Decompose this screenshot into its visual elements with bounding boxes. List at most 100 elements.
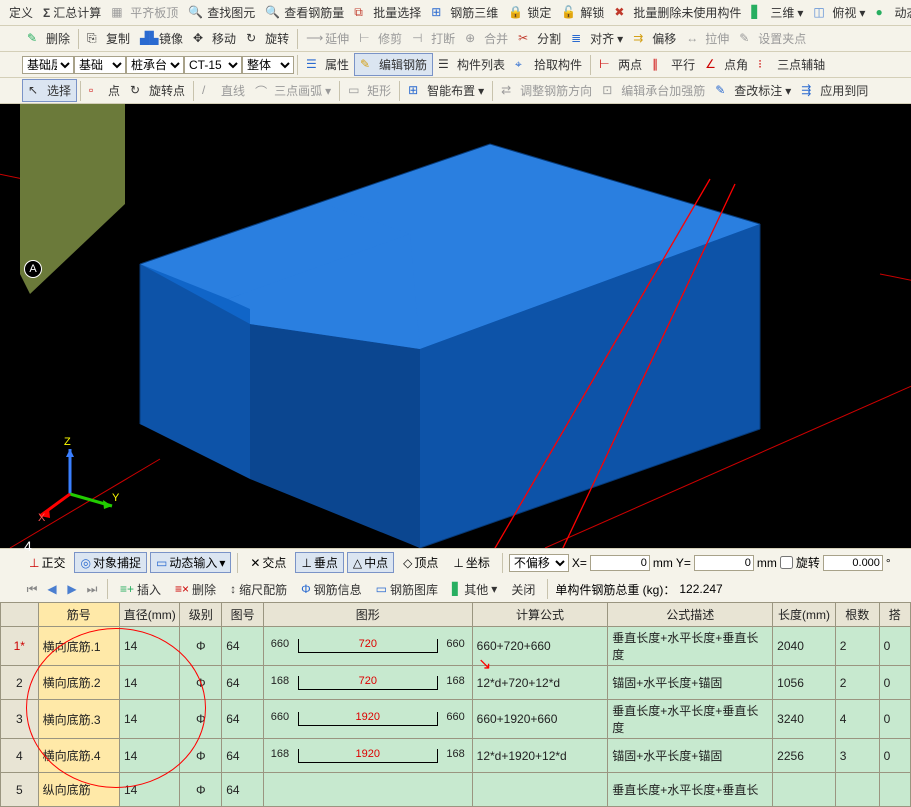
cell-formula[interactable]: 12*d+1920+12*d (472, 739, 608, 773)
next-icon[interactable]: ▶ (64, 581, 80, 597)
cell-tuhao[interactable]: 64 (222, 666, 264, 700)
cell-da[interactable]: 0 (879, 739, 910, 773)
cell-formula[interactable]: 12*d+720+12*d (472, 666, 608, 700)
cell-desc[interactable]: 垂直长度+水平长度+垂直长度 (608, 627, 773, 666)
th-da[interactable]: 搭 (879, 603, 910, 627)
cell-jinhao[interactable]: 纵向底筋 (38, 773, 119, 807)
other-button[interactable]: ▋其他 ▾ (447, 579, 502, 600)
cell-shape[interactable]: 6601920660 (263, 700, 472, 739)
th-level[interactable]: 级别 (180, 603, 222, 627)
cell-shape[interactable]: 660720660 (263, 627, 472, 666)
cell-count[interactable]: 3 (835, 739, 879, 773)
mid-snap[interactable]: △中点 (347, 552, 394, 573)
close-panel-button[interactable]: 关闭 (506, 579, 540, 600)
check-annotation-button[interactable]: ✎查改标注 ▾ (710, 80, 796, 101)
table-row[interactable]: 4横向底筋.414Φ64168192016812*d+1920+12*d锚固+水… (1, 739, 911, 773)
trim-button[interactable]: ⊢修剪 (354, 28, 407, 49)
component-combo[interactable]: CT-15 (184, 56, 242, 74)
stretch-button[interactable]: ↔拉伸 (681, 28, 734, 49)
first-icon[interactable]: ⏮ (24, 581, 40, 597)
parallel-button[interactable]: ∥平行 (647, 54, 700, 75)
rotate-button[interactable]: ↻旋转 (241, 28, 294, 49)
3d-viewport[interactable]: A 4 Z Y X (0, 104, 911, 548)
define-button[interactable]: 定义 (4, 2, 38, 23)
top-view-button[interactable]: ◫俯视 ▾ (808, 2, 870, 23)
cell-length[interactable]: 1056 (773, 666, 836, 700)
x-input[interactable] (590, 555, 650, 571)
cell-da[interactable] (879, 773, 910, 807)
move-button[interactable]: ✥移动 (188, 28, 241, 49)
smart-layout-button[interactable]: ⊞智能布置 ▾ (403, 80, 489, 101)
th-count[interactable]: 根数 (835, 603, 879, 627)
cell-jinhao[interactable]: 横向底筋.1 (38, 627, 119, 666)
scale-rebar-button[interactable]: ↕缩尺配筋 (225, 579, 292, 600)
break-button[interactable]: ⊣打断 (407, 28, 460, 49)
cell-diameter[interactable]: 14 (119, 700, 180, 739)
apply-same-button[interactable]: ⇶应用到同 (796, 80, 873, 101)
two-point-button[interactable]: ⊢两点 (594, 54, 647, 75)
th-diameter[interactable]: 直径(mm) (119, 603, 180, 627)
property-button[interactable]: ☰属性 (301, 54, 354, 75)
extend-button[interactable]: ⟶延伸 (301, 28, 354, 49)
prev-icon[interactable]: ◀ (44, 581, 60, 597)
coord-snap[interactable]: ⊥坐标 (447, 552, 495, 573)
cell-jinhao[interactable]: 横向底筋.2 (38, 666, 119, 700)
3d-view-button[interactable]: ▋三维 ▾ (746, 2, 808, 23)
edit-rebar-button[interactable]: ✎编辑钢筋 (354, 53, 433, 76)
sum-button[interactable]: Σ 汇总计算 (38, 2, 106, 23)
ortho-toggle[interactable]: ⊥正交 (23, 552, 71, 573)
table-row[interactable]: 3横向底筋.314Φ646601920660660+1920+660垂直长度+水… (1, 700, 911, 739)
cell-level[interactable]: Φ (180, 773, 222, 807)
cell-shape[interactable] (263, 773, 472, 807)
lock-button[interactable]: 🔒锁定 (503, 2, 556, 23)
row-header[interactable]: 5 (1, 773, 39, 807)
rect-button[interactable]: ▭矩形 (343, 80, 396, 101)
dynamic-view-button[interactable]: ●动态观 (870, 2, 911, 23)
cell-level[interactable]: Φ (180, 700, 222, 739)
copy-button[interactable]: ⎘复制 (82, 28, 135, 49)
component-list-button[interactable]: ☰构件列表 (433, 54, 510, 75)
cell-jinhao[interactable]: 横向底筋.3 (38, 700, 119, 739)
grip-button[interactable]: ✎设置夹点 (734, 28, 811, 49)
table-row[interactable]: 5纵向底筋14Φ64垂直长度+水平长度+垂直长 (1, 773, 911, 807)
th-length[interactable]: 长度(mm) (773, 603, 836, 627)
scope-combo[interactable]: 整体 (242, 56, 294, 74)
cell-shape[interactable]: 1681920168 (263, 739, 472, 773)
view-rebar-button[interactable]: 🔍查看钢筋量 (260, 2, 349, 23)
cell-da[interactable]: 0 (879, 666, 910, 700)
row-header[interactable]: 1* (1, 627, 39, 666)
cell-length[interactable]: 2040 (773, 627, 836, 666)
table-row[interactable]: 1*横向底筋.114Φ64660720660660+720+660垂直长度+水平… (1, 627, 911, 666)
align-top-button[interactable]: ▦平齐板顶 (106, 2, 183, 23)
rebar-info-button[interactable]: Φ钢筋信息 (296, 579, 367, 600)
cell-desc[interactable]: 锚固+水平长度+锚固 (608, 666, 773, 700)
batch-select-button[interactable]: ⧉批量选择 (349, 2, 426, 23)
vertex-snap[interactable]: ◇顶点 (397, 552, 444, 573)
edit-cap-reinf-button[interactable]: ⊡编辑承台加强筋 (597, 80, 710, 101)
cell-desc[interactable]: 垂直长度+水平长度+垂直长 (608, 773, 773, 807)
delete-row-button[interactable]: ≡×删除 (170, 579, 221, 600)
cell-formula[interactable]: 660+720+660 (472, 627, 608, 666)
line-button[interactable]: /直线 (197, 80, 250, 101)
y-input[interactable] (694, 555, 754, 571)
insert-row-button[interactable]: ≡+插入 (115, 579, 166, 600)
cell-level[interactable]: Φ (180, 627, 222, 666)
cell-length[interactable] (773, 773, 836, 807)
cell-diameter[interactable]: 14 (119, 627, 180, 666)
cell-da[interactable]: 0 (879, 627, 910, 666)
unlock-button[interactable]: 🔓解锁 (556, 2, 609, 23)
last-icon[interactable]: ⏭ (84, 581, 100, 597)
type-combo[interactable]: 桩承台 (126, 56, 184, 74)
cell-count[interactable] (835, 773, 879, 807)
pick-component-button[interactable]: ⌖拾取构件 (510, 54, 587, 75)
row-header[interactable]: 4 (1, 739, 39, 773)
th-jinhao[interactable]: 筋号 (38, 603, 119, 627)
arc-button[interactable]: ⌒三点画弧 ▾ (250, 80, 336, 101)
rotate-point-button[interactable]: ↻旋转点 (125, 80, 190, 101)
cell-tuhao[interactable]: 64 (222, 739, 264, 773)
th-tuhao[interactable]: 图号 (222, 603, 264, 627)
category-combo[interactable]: 基础 (74, 56, 126, 74)
cell-shape[interactable]: 168720168 (263, 666, 472, 700)
cell-length[interactable]: 2256 (773, 739, 836, 773)
3d-rebar-button[interactable]: ⊞钢筋三维 (426, 2, 503, 23)
